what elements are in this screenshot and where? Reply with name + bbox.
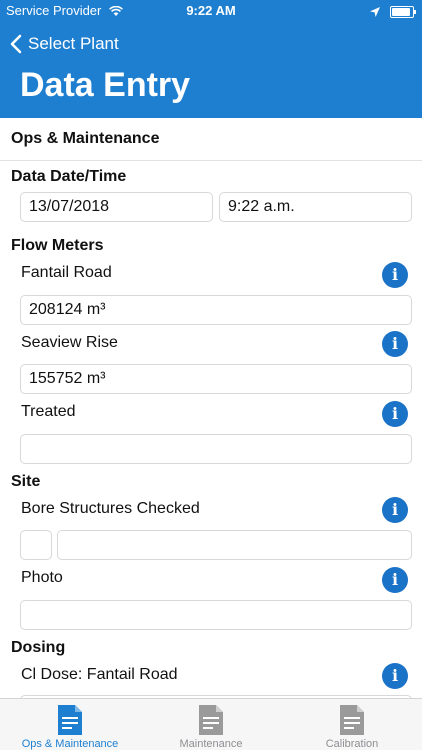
- location-arrow-icon: [370, 6, 381, 17]
- treated-input[interactable]: [20, 434, 412, 464]
- time-field[interactable]: 9:22 a.m.: [219, 192, 412, 222]
- cl-dose-label: Cl Dose: Fantail Road: [21, 666, 178, 683]
- divider: [0, 160, 422, 161]
- tab-calibration[interactable]: Calibration: [282, 699, 422, 751]
- seaview-rise-info-icon[interactable]: i: [382, 331, 408, 357]
- tab-label: Calibration: [325, 738, 379, 750]
- photo-input[interactable]: [20, 600, 412, 630]
- back-button[interactable]: Select Plant: [10, 33, 119, 55]
- photo-label: Photo: [21, 569, 63, 586]
- section-heading-flow-meters: Flow Meters: [11, 237, 104, 254]
- fantail-road-input[interactable]: 208124 m³: [20, 295, 412, 325]
- cl-dose-info-icon[interactable]: i: [382, 663, 408, 689]
- fantail-road-info-icon[interactable]: i: [382, 262, 408, 288]
- seaview-rise-label: Seaview Rise: [21, 334, 118, 351]
- photo-info-icon[interactable]: i: [382, 567, 408, 593]
- status-bar: Service Provider 9:22 AM: [0, 0, 422, 22]
- fantail-road-label: Fantail Road: [21, 264, 112, 281]
- status-time: 9:22 AM: [186, 3, 236, 18]
- document-icon: [340, 705, 364, 735]
- section-heading-ops: Ops & Maintenance: [11, 130, 160, 147]
- date-field[interactable]: 13/07/2018: [20, 192, 213, 222]
- section-heading-dosing: Dosing: [11, 639, 66, 656]
- bore-structures-notes-input[interactable]: [57, 530, 412, 560]
- app-header: Service Provider 9:22 AM Select Plant Da…: [0, 0, 422, 118]
- seaview-rise-input[interactable]: 155752 m³: [20, 364, 412, 394]
- status-indicators: [370, 3, 416, 18]
- section-heading-datetime: Data Date/Time: [11, 168, 127, 185]
- bore-structures-label: Bore Structures Checked: [21, 500, 200, 517]
- treated-label: Treated: [21, 403, 76, 420]
- form-scroll-area[interactable]: Ops & Maintenance Data Date/Time 13/07/2…: [0, 118, 422, 698]
- tab-label: Ops & Maintenance: [21, 738, 119, 750]
- page-title: Data Entry: [20, 66, 191, 104]
- treated-info-icon[interactable]: i: [382, 401, 408, 427]
- document-icon: [199, 705, 223, 735]
- chevron-left-icon: [10, 34, 22, 54]
- document-icon: [58, 705, 82, 735]
- bore-structures-checkbox[interactable]: [20, 530, 52, 560]
- section-heading-site: Site: [11, 473, 41, 490]
- tab-maintenance[interactable]: Maintenance: [141, 699, 281, 751]
- tab-ops-maintenance[interactable]: Ops & Maintenance: [0, 699, 140, 751]
- back-label: Select Plant: [28, 34, 119, 53]
- tab-bar: Ops & Maintenance Maintenance Calibratio…: [0, 698, 422, 750]
- tab-label: Maintenance: [179, 738, 243, 750]
- battery-icon: [390, 5, 416, 18]
- bore-structures-info-icon[interactable]: i: [382, 497, 408, 523]
